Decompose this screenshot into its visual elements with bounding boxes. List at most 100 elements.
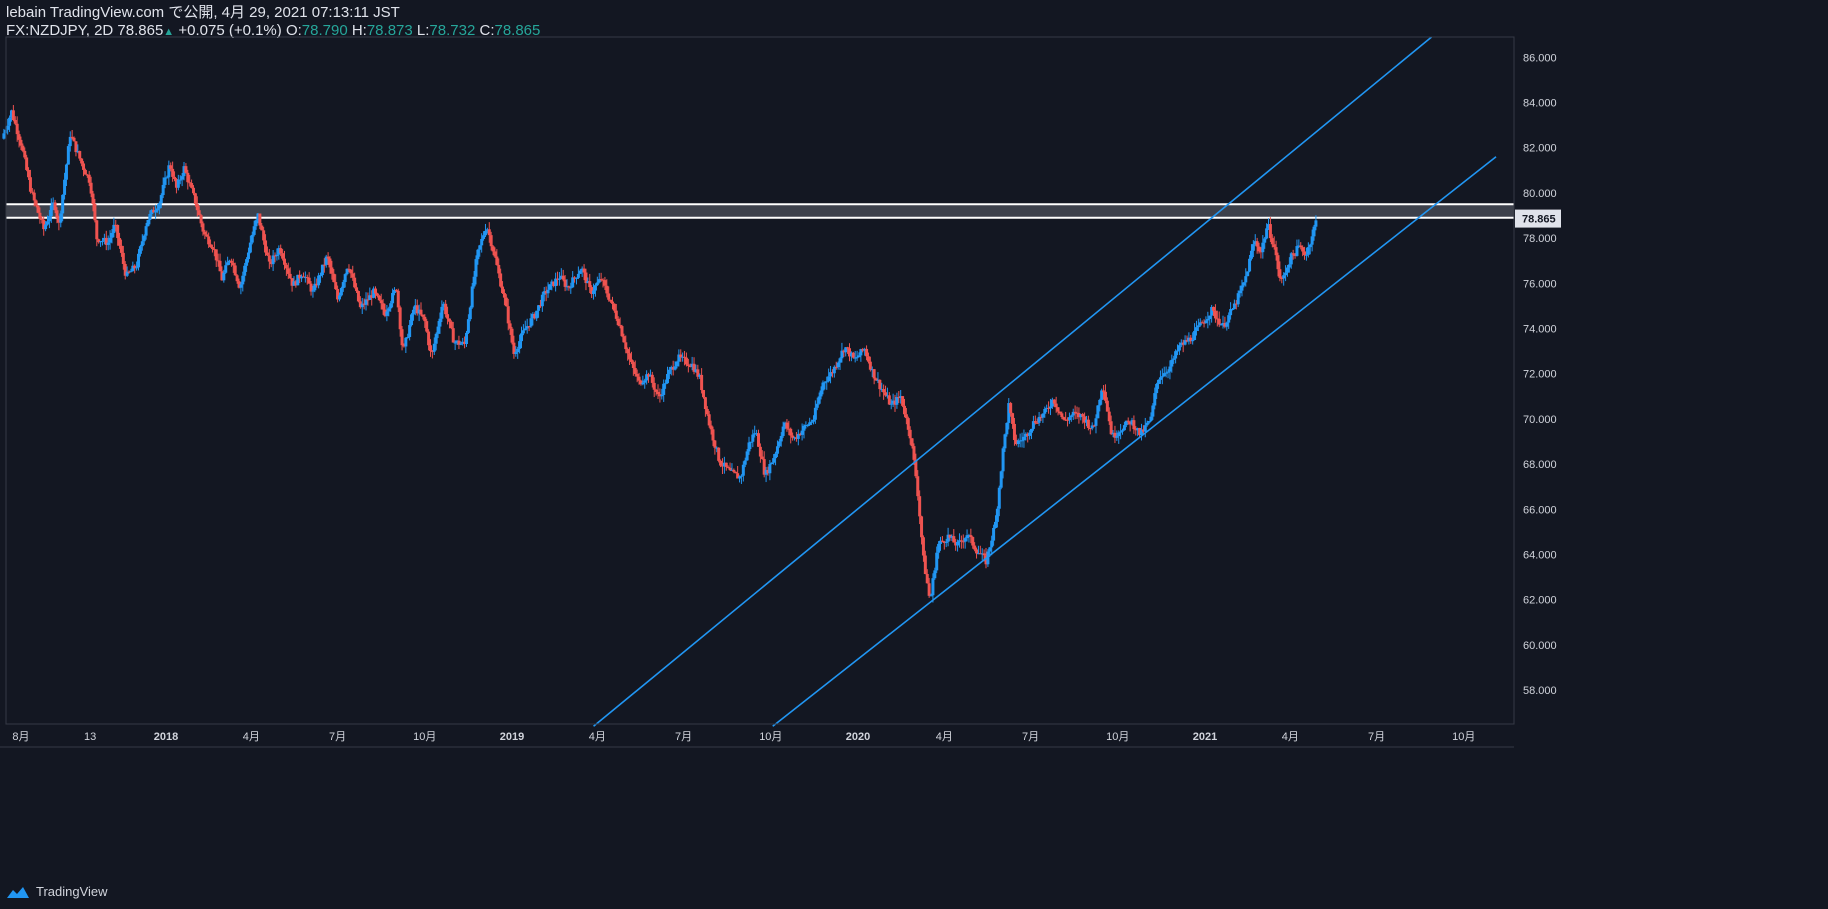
x-tick-label: 8月 [12, 731, 29, 743]
channel-upper-line [593, 36, 1433, 727]
candle-body [516, 348, 520, 353]
candle [571, 271, 575, 288]
candle-body [425, 321, 429, 332]
candle [470, 282, 474, 309]
candle [887, 392, 891, 406]
candle-body [1109, 421, 1113, 435]
candle [1139, 423, 1143, 441]
candle-body [1301, 247, 1305, 252]
candle-body [15, 123, 19, 135]
candle-body [288, 273, 292, 279]
candle-body [1119, 431, 1123, 433]
last-price-label: 78.865 [1522, 214, 1556, 226]
candle-body [1172, 358, 1176, 360]
x-tick-label: 10月 [413, 731, 436, 743]
candle-body [428, 345, 432, 352]
candle-body [138, 246, 142, 254]
candle-body [311, 290, 315, 292]
tradingview-logo[interactable]: TradingView [6, 884, 108, 899]
candle-body [760, 456, 764, 460]
candle-body [339, 288, 343, 296]
candle-body [396, 290, 400, 308]
candle-body [857, 355, 861, 358]
candle-body [106, 242, 110, 245]
candle-body [44, 224, 48, 230]
candle-body [93, 203, 97, 221]
candle [1189, 335, 1193, 344]
candle-body [878, 379, 882, 390]
candle [410, 313, 414, 327]
candle-body [865, 348, 869, 357]
candle-body [770, 462, 774, 465]
candle-body [1230, 308, 1234, 310]
candle-body [1303, 251, 1307, 256]
candle-body [1001, 448, 1005, 472]
candle [785, 419, 789, 432]
candle [891, 393, 895, 408]
candle-body [815, 403, 819, 408]
candle-body [1048, 406, 1052, 409]
candle-body [902, 405, 906, 415]
candle [751, 429, 755, 448]
candle-body [741, 464, 745, 476]
candle-body [734, 471, 738, 474]
candle-body [821, 382, 825, 391]
y-tick-label: 60.000 [1523, 640, 1557, 652]
candle-body [148, 213, 152, 220]
candle-body [1287, 264, 1291, 268]
candle [978, 545, 982, 555]
candle-body [817, 396, 821, 404]
candle-body [656, 391, 660, 395]
candle-body [267, 255, 271, 262]
candle-body [779, 435, 783, 442]
candle-body [275, 254, 279, 257]
candle [878, 379, 882, 397]
candle [176, 174, 180, 191]
candle-body [377, 295, 381, 301]
candle-body [472, 276, 476, 287]
candle-body [1155, 383, 1159, 394]
candle-body [997, 487, 1001, 509]
price-chart[interactable]: 58.000 60.000 62.000 64.000 66.000 68.000 70.0… [0, 0, 1828, 909]
candle-body [398, 307, 402, 330]
candle-body [157, 203, 161, 209]
candle-body [406, 337, 410, 339]
candle [339, 286, 343, 297]
candle-body [918, 496, 922, 517]
candle-body [808, 422, 812, 425]
candle-body [1145, 422, 1149, 426]
candle [700, 368, 704, 394]
candle [184, 163, 188, 174]
candle-body [8, 117, 12, 126]
candle-body [654, 389, 658, 392]
candle [74, 141, 78, 157]
candle-body [87, 174, 91, 183]
candle-body [785, 422, 789, 429]
candle-body [611, 301, 615, 304]
candle-body [508, 323, 512, 329]
candle-body [999, 471, 1003, 488]
candle-body [851, 352, 855, 358]
candle-body [607, 293, 611, 300]
candle-body [1081, 414, 1085, 417]
candle [554, 272, 558, 292]
candle-body [1166, 371, 1170, 373]
candle-body [224, 265, 228, 273]
candle-body [643, 380, 647, 383]
candle-body [381, 303, 385, 310]
candle-body [1196, 325, 1200, 328]
candle-body [34, 200, 38, 206]
candle-body [421, 314, 425, 317]
candle [836, 361, 840, 370]
candle-body [248, 242, 252, 253]
candle-body [385, 311, 389, 316]
candle-body [1149, 416, 1153, 422]
candle-body [193, 193, 197, 204]
candle [1240, 279, 1244, 297]
candle-body [969, 535, 973, 538]
candle-body [1238, 290, 1242, 294]
y-tick-label: 74.000 [1523, 324, 1557, 336]
candle-body [72, 137, 76, 142]
candle-body [1069, 415, 1073, 418]
candle-body [959, 540, 963, 542]
